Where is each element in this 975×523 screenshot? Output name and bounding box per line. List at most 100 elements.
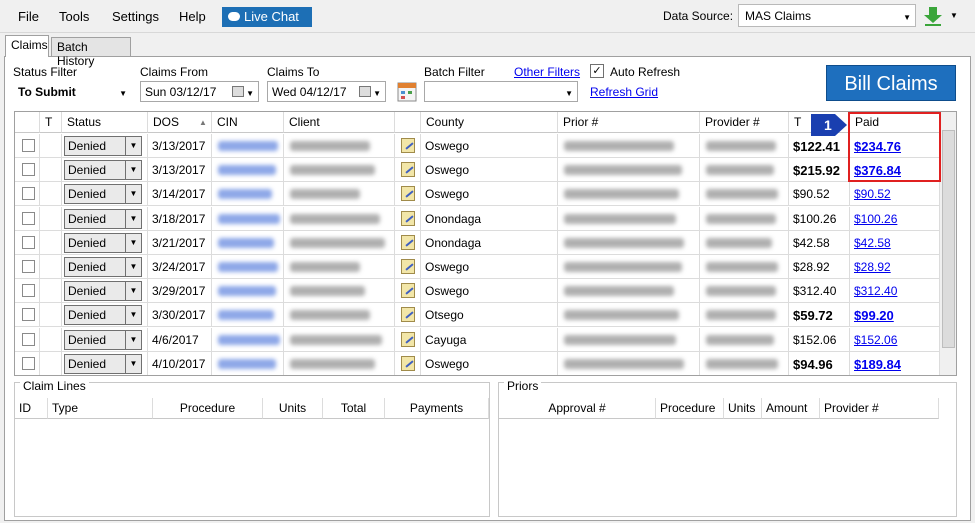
row-checkbox[interactable] bbox=[22, 139, 35, 152]
redacted-text bbox=[564, 213, 676, 224]
other-filters-link[interactable]: Other Filters bbox=[514, 65, 580, 79]
status-select[interactable]: Denied ▼ bbox=[64, 257, 142, 277]
column-header-blank[interactable] bbox=[395, 112, 421, 133]
paid-amount-link[interactable]: $90.52 bbox=[854, 187, 891, 201]
edit-note-icon[interactable] bbox=[401, 162, 415, 178]
paid-amount-link[interactable]: $189.84 bbox=[854, 357, 901, 372]
status-select[interactable]: Denied ▼ bbox=[64, 208, 142, 229]
paid-amount-link[interactable]: $28.92 bbox=[854, 260, 891, 274]
status-select[interactable]: Denied ▼ bbox=[64, 281, 142, 302]
status-select[interactable]: Denied ▼ bbox=[64, 184, 142, 205]
data-source-select[interactable]: MAS Claims ▼ bbox=[738, 4, 916, 27]
status-select[interactable]: Denied ▼ bbox=[64, 136, 142, 156]
claim-lines-column-header[interactable]: Type bbox=[48, 398, 153, 419]
edit-note-icon[interactable] bbox=[401, 138, 415, 153]
column-header-t[interactable]: T bbox=[40, 112, 62, 133]
row-select-cell bbox=[15, 255, 40, 279]
menu-file[interactable]: File bbox=[18, 9, 39, 24]
batch-filter-select[interactable]: ▼ bbox=[424, 81, 578, 102]
edit-note-icon[interactable] bbox=[401, 331, 415, 347]
claims-from-label: Claims From bbox=[140, 65, 208, 79]
row-checkbox[interactable] bbox=[22, 284, 35, 298]
paid-amount-link[interactable]: $100.26 bbox=[854, 212, 897, 226]
row-checkbox[interactable] bbox=[22, 332, 35, 346]
status-select[interactable]: Denied ▼ bbox=[64, 160, 142, 181]
chevron-down-icon: ▼ bbox=[125, 258, 141, 276]
column-header-prior[interactable]: Prior # bbox=[558, 112, 700, 133]
column-header-blank[interactable] bbox=[15, 112, 40, 133]
paid-amount-link[interactable]: $312.40 bbox=[854, 284, 897, 298]
claim-lines-column-header[interactable]: Procedure bbox=[153, 398, 263, 419]
priors-column-header[interactable]: Provider # bbox=[820, 398, 939, 419]
claim-lines-column-header[interactable]: Units bbox=[263, 398, 323, 419]
edit-note-icon[interactable] bbox=[401, 307, 415, 323]
column-header-status[interactable]: Status bbox=[62, 112, 148, 133]
row-checkbox[interactable] bbox=[22, 308, 35, 322]
tab-claims[interactable]: Claims bbox=[5, 35, 49, 57]
menu-help[interactable]: Help bbox=[179, 9, 206, 24]
auto-refresh-checkbox[interactable]: ✓ bbox=[590, 64, 604, 78]
edit-note-icon[interactable] bbox=[401, 234, 415, 250]
status-select[interactable]: Denied ▼ bbox=[64, 305, 142, 326]
priors-column-header[interactable]: Units bbox=[724, 398, 762, 419]
menu-tools[interactable]: Tools bbox=[59, 9, 89, 24]
status-select[interactable]: Denied ▼ bbox=[64, 329, 142, 350]
prior-cell bbox=[558, 134, 700, 158]
column-header-county[interactable]: County bbox=[421, 112, 558, 133]
refresh-grid-link[interactable]: Refresh Grid bbox=[590, 85, 658, 99]
status-cell: Denied ▼ bbox=[62, 351, 148, 375]
bill-claims-button[interactable]: Bill Claims bbox=[826, 65, 956, 101]
status-select[interactable]: Denied ▼ bbox=[64, 353, 142, 374]
live-chat-button[interactable]: Live Chat bbox=[222, 7, 312, 27]
menu-settings[interactable]: Settings bbox=[112, 9, 159, 24]
row-checkbox[interactable] bbox=[22, 163, 35, 177]
scrollbar-thumb[interactable] bbox=[942, 130, 955, 348]
row-checkbox[interactable] bbox=[22, 356, 35, 370]
county-cell: Oswego bbox=[421, 351, 558, 375]
note-cell bbox=[395, 255, 421, 279]
calendar-settings-icon[interactable] bbox=[397, 82, 417, 102]
paid-amount-link[interactable]: $42.58 bbox=[854, 236, 891, 250]
row-checkbox[interactable] bbox=[22, 235, 35, 249]
vertical-scrollbar[interactable] bbox=[939, 112, 956, 375]
priors-column-header[interactable]: Procedure bbox=[656, 398, 724, 419]
tab-batch-history[interactable]: Batch History bbox=[51, 37, 131, 68]
row-checkbox[interactable] bbox=[22, 187, 35, 201]
menu-bar: File Tools Settings Help Live Chat Data … bbox=[0, 0, 975, 33]
claim-lines-column-header[interactable]: Payments bbox=[385, 398, 489, 419]
paid-amount-link[interactable]: $152.06 bbox=[854, 333, 897, 347]
redacted-text bbox=[706, 141, 776, 151]
row-checkbox[interactable] bbox=[22, 211, 35, 225]
dos-cell: 3/14/2017 bbox=[148, 182, 212, 207]
paid-amount-link[interactable]: $99.20 bbox=[854, 308, 894, 323]
column-header-client[interactable]: Client bbox=[284, 112, 395, 133]
chevron-down-icon: ▼ bbox=[125, 330, 141, 349]
claims-from-picker[interactable]: Sun 03/12/17 ▼ bbox=[140, 81, 259, 102]
data-source-label: Data Source: bbox=[663, 9, 734, 23]
claim-lines-column-header[interactable]: ID bbox=[15, 398, 48, 419]
paid-cell: $28.92 bbox=[850, 255, 940, 279]
column-header-provider[interactable]: Provider # bbox=[700, 112, 789, 133]
claim-lines-column-header[interactable]: Total bbox=[323, 398, 385, 419]
redacted-text bbox=[564, 165, 682, 176]
edit-note-icon[interactable] bbox=[401, 259, 415, 274]
cin-cell bbox=[212, 134, 284, 158]
chevron-down-icon[interactable]: ▼ bbox=[950, 11, 958, 20]
column-header-cin[interactable]: CIN bbox=[212, 112, 284, 133]
download-icon[interactable] bbox=[922, 5, 944, 27]
chevron-down-icon: ▼ bbox=[119, 89, 127, 98]
edit-note-icon[interactable] bbox=[401, 186, 415, 202]
t-cell bbox=[40, 327, 62, 352]
status-filter-select[interactable]: To Submit ▼ bbox=[13, 81, 132, 102]
status-select[interactable]: Denied ▼ bbox=[64, 232, 142, 253]
row-checkbox[interactable] bbox=[22, 260, 35, 273]
prior-cell bbox=[558, 279, 700, 304]
claims-to-picker[interactable]: Wed 04/12/17 ▼ bbox=[267, 81, 386, 102]
priors-column-header[interactable]: Approval # bbox=[499, 398, 656, 419]
priors-column-header[interactable]: Amount bbox=[762, 398, 820, 419]
batch-filter-label: Batch Filter bbox=[424, 65, 485, 79]
redacted-text bbox=[706, 358, 778, 369]
edit-note-icon[interactable] bbox=[401, 283, 415, 299]
edit-note-icon[interactable] bbox=[401, 355, 415, 371]
edit-note-icon[interactable] bbox=[401, 210, 415, 226]
